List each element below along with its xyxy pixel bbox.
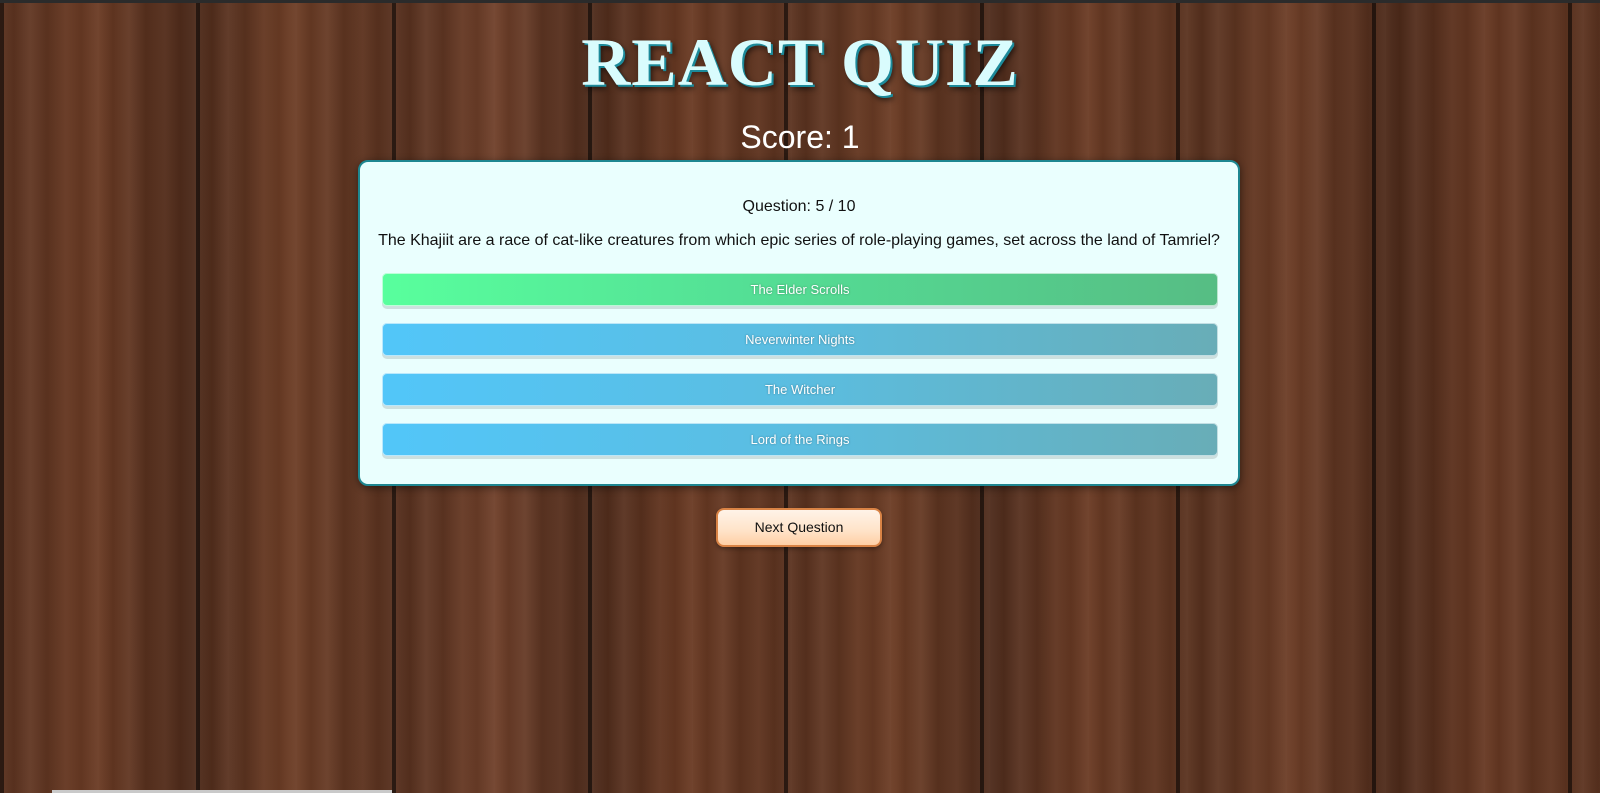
answer-button-4[interactable]: Lord of the Rings [382,423,1218,456]
next-question-button[interactable]: Next Question [716,508,882,547]
quiz-app: REACT QUIZ Score: 1 Question: 5 / 10 The… [0,0,1600,793]
question-card: Question: 5 / 10 The Khajiit are a race … [358,160,1240,486]
answer-list: The Elder Scrolls Neverwinter Nights The… [382,273,1218,473]
answer-button-2[interactable]: Neverwinter Nights [382,323,1218,356]
answer-button-3[interactable]: The Witcher [382,373,1218,406]
score-display: Score: 1 [740,119,860,155]
page-title: REACT QUIZ [581,24,1019,100]
answer-button-1[interactable]: The Elder Scrolls [382,273,1218,306]
question-counter: Question: 5 / 10 [742,198,856,215]
question-text: The Khajiit are a race of cat-like creat… [378,232,1220,249]
